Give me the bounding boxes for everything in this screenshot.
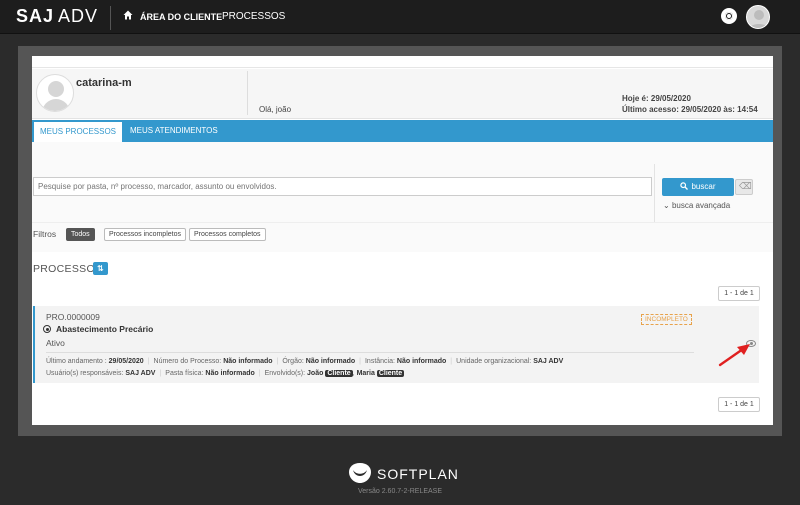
content-wrapper: catarina-m Olá, joão Hoje é: 29/05/2020 … [18,46,782,436]
last-update-label: Último andamento : [46,358,107,365]
filters-bar: Filtros Todos Processos incompletos Proc… [32,222,773,252]
involved-2-name: Maria [356,370,375,377]
filter-all[interactable]: Todos [66,228,95,241]
responsible-label: Usuário(s) responsáveis: [46,370,124,377]
logo-separator [110,6,111,30]
unit-label: Unidade organizacional: [456,358,532,365]
top-bar: SAJ ADV ÁREA DO CLIENTE PROCESSOS [0,0,800,34]
folder-value: Não informado [205,370,255,377]
chevron-down-icon: ⌄ [663,201,670,210]
involved-1-tag: Cliente [325,370,353,377]
involved-label: Envolvido(s): [264,370,306,377]
footer-version: Versão 2.60.7-2-RELEASE [357,488,443,495]
nav-processes[interactable]: PROCESSOS [222,11,285,22]
filter-complete[interactable]: Processos completos [189,228,266,241]
panel-top-strip [32,56,773,68]
search-divider [654,164,655,222]
involved-1-name: João [307,370,324,377]
last-access: Último acesso: 29/05/2020 às: 14:54 [622,105,758,114]
folder-label: Pasta física: [165,370,204,377]
process-number[interactable]: PRO.0000009 [46,312,100,322]
advanced-search-label: busca avançada [671,201,731,210]
home-icon[interactable] [123,10,133,20]
red-arrow-icon [718,344,750,367]
search-button-label: buscar [691,182,716,191]
profile-username: catarina-m [76,77,132,89]
filters-label: Filtros [33,229,57,239]
last-update-value: 29/05/2020 [108,358,144,365]
today-date: Hoje é: 29/05/2020 [622,94,691,103]
profile-avatar [36,74,74,112]
gear-center [727,14,731,18]
avatar-silhouette-icon [749,10,769,28]
logo-sub-text: ADV [58,6,99,26]
process-name[interactable]: Abastecimento Precário [56,324,153,334]
footer-brand: SOFTPLAN [377,466,459,482]
responsible-value: SAJ ADV [125,370,156,377]
tab-meus-atendimentos[interactable]: MEUS ATENDIMENTOS [124,120,224,142]
nav-client-area[interactable]: ÁREA DO CLIENTE [140,12,222,22]
profile-header: catarina-m Olá, joão Hoje é: 29/05/2020 … [32,69,773,119]
clear-search-button[interactable] [735,179,753,195]
saj-adv-logo[interactable]: SAJ ADV [16,6,98,27]
search-icon [680,182,689,190]
avatar-body [42,99,70,111]
process-details-row-1: Último andamento : 29/05/2020 | Número do … [46,358,564,365]
process-details-row-2: Usuário(s) responsáveis: SAJ ADV | Pasta f… [46,370,405,377]
sort-button[interactable]: ⇅ [93,262,108,275]
pager-bottom[interactable]: 1 - 1 de 1 [718,397,760,412]
avatar-head [48,81,64,97]
organ-value: Não informado [305,358,356,365]
user-avatar[interactable] [746,5,770,29]
unit-value: SAJ ADV [533,358,564,365]
main-panel: catarina-m Olá, joão Hoje é: 29/05/2020 … [32,56,773,425]
profile-divider [247,71,248,115]
profile-greeting: Olá, joão [259,105,292,114]
organ-label: Órgão: [282,358,304,365]
radio-icon [43,325,51,333]
instance-value: Não informado [396,358,447,365]
status-badge: INCOMPLETO [641,314,692,325]
tab-bar: MEUS PROCESSOS MEUS ATENDIMENTOS [32,120,773,142]
softplan-logo-icon [349,463,371,483]
filter-incomplete[interactable]: Processos incompletos [104,228,186,241]
card-divider [46,352,694,353]
involved-2-tag: Cliente [376,370,405,377]
process-card[interactable]: PRO.0000009 Abastecimento Precário Ativo… [33,306,759,383]
search-input[interactable] [33,177,652,196]
search-button[interactable]: buscar [662,178,734,196]
logo-main-text: SAJ [16,6,55,26]
gear-icon[interactable] [721,8,737,24]
processes-title: PROCESSOS [33,263,103,275]
instance-label: Instância: [364,358,395,365]
proc-number-value: Não informado [223,358,273,365]
process-status: Ativo [46,338,65,348]
advanced-search-link[interactable]: ⌄ busca avançada [663,201,730,210]
pager-top[interactable]: 1 - 1 de 1 [718,286,760,301]
proc-number-label: Número do Processo: [153,358,222,365]
search-area: buscar ⌄ busca avançada [32,142,773,222]
tab-meus-processos[interactable]: MEUS PROCESSOS [34,122,123,142]
footer: SOFTPLAN Versão 2.60.7-2-RELEASE [0,450,800,505]
